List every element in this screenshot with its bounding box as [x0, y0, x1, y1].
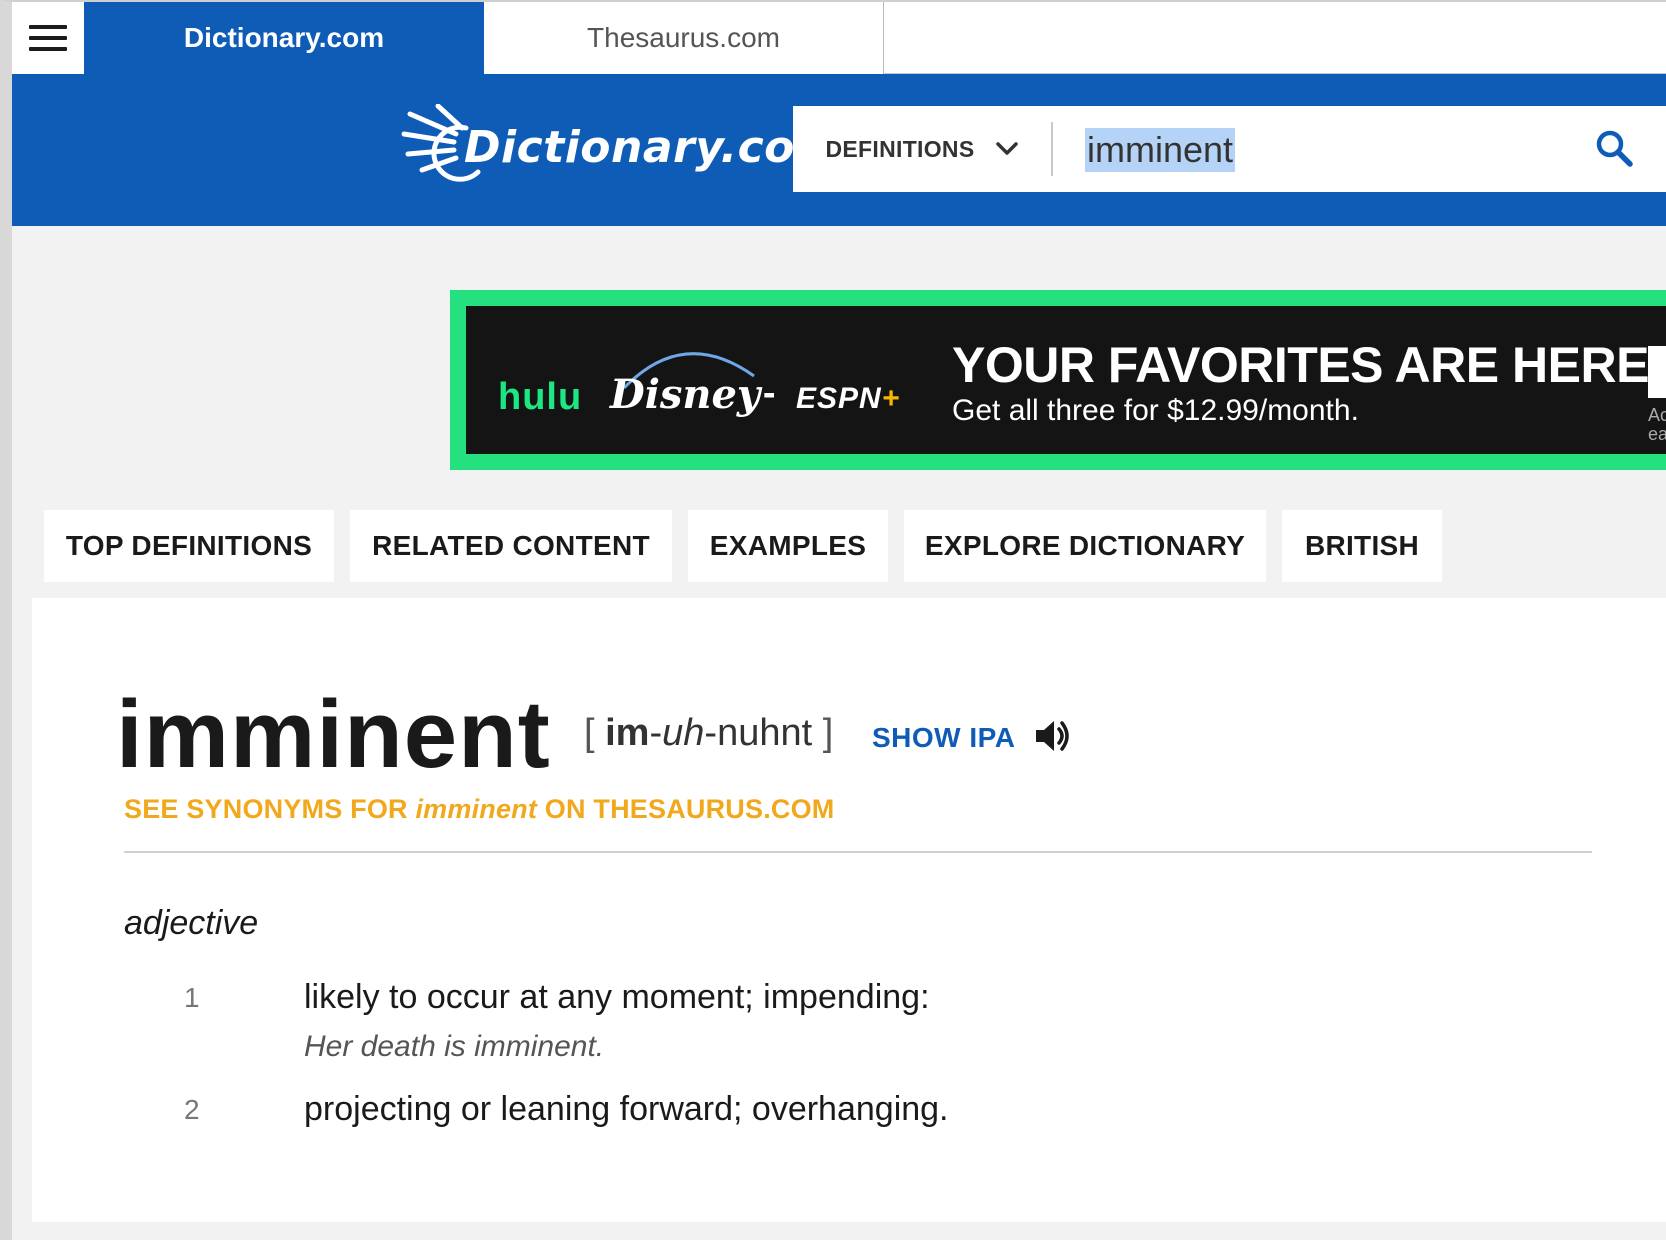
ad-espn-plus: +: [881, 382, 901, 415]
site-tabs-bar: Dictionary.com Thesaurus.com: [12, 2, 1666, 74]
search-input[interactable]: imminent: [1085, 128, 1236, 172]
svg-text:Disney+: Disney+: [609, 371, 774, 418]
show-ipa-button[interactable]: SHOW IPA: [872, 722, 1015, 754]
synonyms-prefix: SEE SYNONYMS FOR: [124, 794, 416, 824]
pronunciation: [ im-uh-nuhnt ]: [584, 712, 833, 755]
pron-stressed-syllable: im: [605, 712, 650, 754]
synonyms-word: imminent: [415, 794, 538, 824]
ad-disney-logo: Disney+: [609, 352, 774, 418]
part-of-speech: adjective: [124, 904, 259, 942]
definition-number: 2: [184, 1094, 200, 1125]
pron-close: ]: [812, 712, 834, 754]
page-frame: Dictionary.com Thesaurus.com Dictionary.…: [0, 0, 1666, 1240]
definition-text: projecting or leaning forward; overhangi…: [304, 1090, 949, 1128]
pron-separator: -: [704, 712, 718, 754]
tab-explore-dictionary[interactable]: EXPLORE DICTIONARY: [904, 510, 1266, 582]
see-synonyms-link[interactable]: SEE SYNONYMS FOR imminent ON THESAURUS.C…: [124, 794, 835, 825]
pron-syllable-3: nuhnt: [717, 712, 813, 754]
search-divider: [1051, 122, 1053, 176]
pron-syllable-2: uh: [662, 712, 705, 754]
section-nav: TOP DEFINITIONS RELATED CONTENT EXAMPLES…: [32, 510, 1666, 582]
definition-number: 1: [184, 982, 200, 1013]
dictionary-logo[interactable]: Dictionary.com: [400, 104, 841, 194]
tab-dictionary[interactable]: Dictionary.com: [84, 2, 484, 74]
definition-card: imminent [ im-uh-nuhnt ] SHOW IPA SEE SY…: [32, 598, 1666, 1222]
search-box: DEFINITIONS imminent: [793, 106, 1666, 192]
ad-espn-text: ESPN: [796, 382, 882, 415]
chevron-down-icon: [996, 142, 1019, 155]
ad-banner[interactable]: hulu Disney+ ESPN+ YOUR FAVORITES ARE HE…: [450, 290, 1666, 470]
card-divider: [124, 851, 1592, 853]
tab-related-content[interactable]: RELATED CONTENT: [350, 510, 672, 582]
ad-banner-inner: hulu Disney+ ESPN+ YOUR FAVORITES ARE HE…: [466, 306, 1666, 454]
ad-headline: YOUR FAVORITES ARE HERE.: [952, 337, 1663, 393]
pron-open: [: [584, 712, 606, 754]
definition-text: likely to occur at any moment; impending…: [304, 978, 930, 1016]
search-mode-dropdown[interactable]: DEFINITIONS: [793, 106, 1051, 192]
synonyms-suffix: ON THESAURUS.COM: [537, 794, 835, 824]
tab-thesaurus[interactable]: Thesaurus.com: [484, 2, 884, 74]
ad-subline: Get all three for $12.99/month.: [952, 394, 1359, 427]
definition-example: Her death is imminent.: [304, 1030, 605, 1063]
site-header: Dictionary.com DEFINITIONS imminent: [12, 74, 1666, 226]
ad-hulu-logo: hulu: [498, 376, 583, 418]
headword: imminent: [116, 681, 551, 788]
ad-fine-print: Acc eac: [1648, 406, 1666, 444]
logo-wordmark: Dictionary.com: [464, 122, 842, 173]
speaker-icon[interactable]: [1032, 716, 1072, 756]
tab-examples[interactable]: EXAMPLES: [688, 510, 888, 582]
pron-separator: -: [649, 712, 663, 754]
tab-top-definitions[interactable]: TOP DEFINITIONS: [44, 510, 334, 582]
ad-espn-logo: ESPN+: [796, 382, 900, 416]
hamburger-menu-icon[interactable]: [12, 2, 84, 74]
search-icon[interactable]: [1594, 128, 1634, 168]
ad-cta-edge[interactable]: [1648, 346, 1666, 398]
tab-british[interactable]: BRITISH: [1282, 510, 1442, 582]
search-mode-label: DEFINITIONS: [825, 135, 975, 162]
